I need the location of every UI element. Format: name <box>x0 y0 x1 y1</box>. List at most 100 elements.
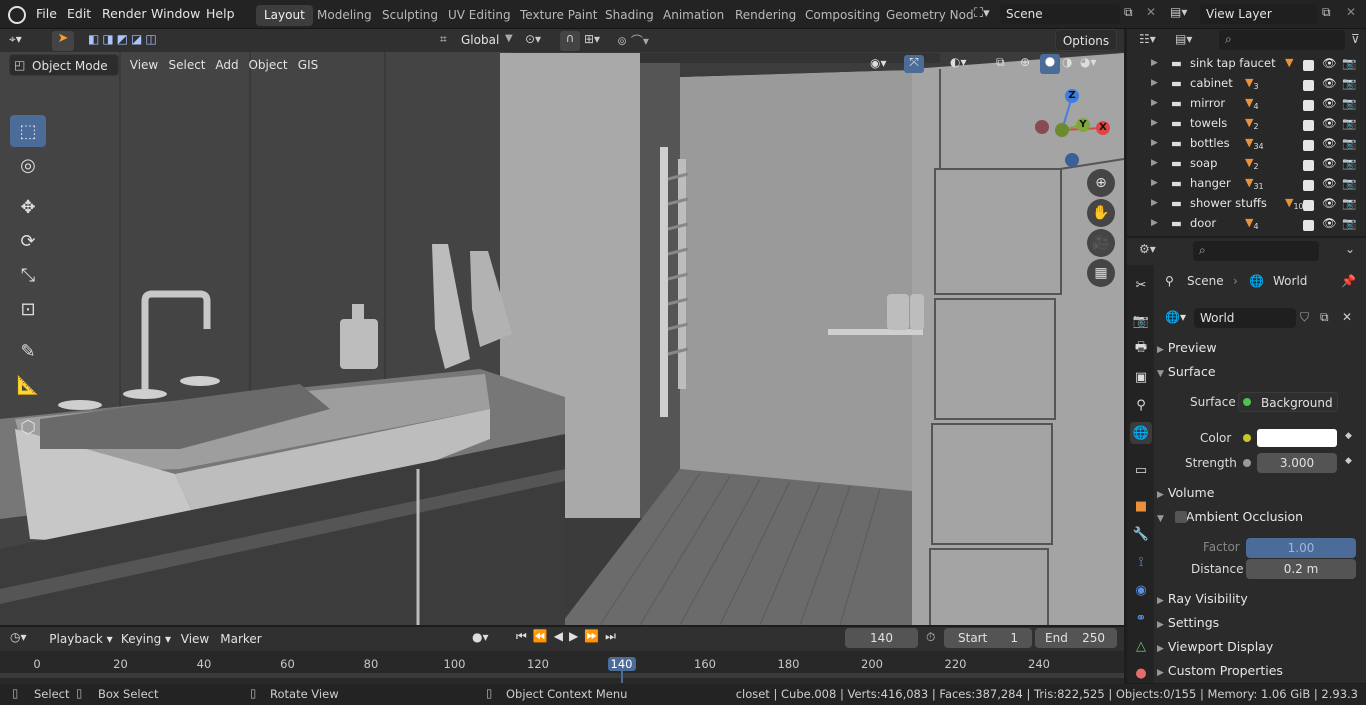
menu-window[interactable]: Window <box>151 6 200 21</box>
strength-animate-icon[interactable]: ◆ <box>1345 456 1352 466</box>
expand-arrow-icon[interactable]: ▶ <box>1151 153 1158 173</box>
end-frame-field[interactable]: End 250 <box>1035 628 1117 648</box>
menu-edit[interactable]: Edit <box>67 6 91 21</box>
outliner-display-icon[interactable]: ▤▾ <box>1175 32 1192 46</box>
world-name-field[interactable]: World <box>1194 308 1296 328</box>
close-scene-icon[interactable]: ✕ <box>1146 5 1156 19</box>
eye-icon[interactable]: 👁 <box>1322 113 1337 133</box>
outliner-row[interactable]: ▶ ▬ cabinet ▼3 👁 📷 <box>1127 73 1366 93</box>
expand-arrow-icon[interactable]: ▶ <box>1151 133 1158 153</box>
filter-icon[interactable]: ⊽ <box>1351 32 1360 46</box>
tool-tab-icon[interactable]: ✂ <box>1130 274 1152 296</box>
world-browse-icon[interactable]: 🌐▾ <box>1165 310 1186 324</box>
physics-tab-icon[interactable]: ◉ <box>1130 579 1152 601</box>
properties-search-input[interactable] <box>1193 241 1319 261</box>
eye-icon[interactable]: 👁 <box>1322 73 1337 93</box>
eye-icon[interactable]: 👁 <box>1322 93 1337 113</box>
camera-icon[interactable]: 📷 <box>1342 73 1356 93</box>
measure-tool-icon[interactable]: 📐 <box>10 369 46 401</box>
expand-arrow-icon[interactable]: ▶ <box>1151 173 1158 193</box>
blender-logo-icon[interactable] <box>8 6 26 24</box>
material-tab-icon[interactable]: ● <box>1130 662 1152 684</box>
camera-icon[interactable]: 📷 <box>1342 153 1356 173</box>
chevron-down-icon[interactable]: ▼ <box>505 33 513 44</box>
camera-icon[interactable]: 📷 <box>1342 133 1356 153</box>
rotate-tool-icon[interactable]: ⟳ <box>10 225 46 257</box>
expand-arrow-icon[interactable]: ▶ <box>1151 93 1158 113</box>
gizmo-z-icon[interactable]: Z <box>1065 89 1079 103</box>
fake-user-icon[interactable]: ⛉ <box>1300 310 1309 325</box>
start-frame-field[interactable]: Start 1 <box>944 628 1032 648</box>
particles-tab-icon[interactable]: ⟟ <box>1130 551 1152 573</box>
tab-layout[interactable]: Layout <box>256 5 313 26</box>
xray-icon[interactable]: ⧉ <box>996 55 1005 70</box>
tab-shading[interactable]: Shading <box>597 5 662 26</box>
select-mode-icon[interactable]: ➤ <box>52 31 74 51</box>
menu-file[interactable]: File <box>36 6 57 21</box>
new-scene-icon[interactable]: ⧉ <box>1124 5 1133 20</box>
menu-gis[interactable]: GIS <box>294 54 322 76</box>
world-tab-icon[interactable]: 🌐 <box>1130 422 1152 444</box>
unlink-world-icon[interactable]: ✕ <box>1342 310 1352 324</box>
view-layer-field[interactable]: View Layer <box>1200 4 1318 24</box>
scene-tab-icon[interactable]: ⚲ <box>1130 394 1152 416</box>
camera-icon[interactable]: 📷 <box>1342 53 1356 73</box>
orientation-field[interactable]: Global <box>461 33 499 47</box>
annotate-tool-icon[interactable]: ✎ <box>10 335 46 367</box>
view-layer-icon[interactable]: ▤▾ <box>1170 5 1187 19</box>
current-frame-field[interactable]: 140 <box>845 628 918 648</box>
shading-rendered-icon[interactable]: ◕▾ <box>1080 55 1097 69</box>
panel-custom-properties[interactable]: ▶ Custom Properties <box>1157 660 1361 682</box>
scale-tool-icon[interactable]: ⤡ <box>10 259 46 291</box>
menu-timeline-view[interactable]: View <box>180 628 210 650</box>
outliner-row[interactable]: ▶ ▬ shower stuffs ▼10 👁 📷 <box>1127 193 1366 213</box>
cursor-tool-icon[interactable]: ◎ <box>10 149 46 181</box>
menu-keying[interactable]: Keying ▾ <box>118 628 174 650</box>
tab-animation[interactable]: Animation <box>655 5 732 26</box>
outliner-row[interactable]: ▶ ▬ door ▼4 👁 📷 <box>1127 213 1366 233</box>
snap-target-icon[interactable]: ⊞▾ <box>584 32 600 46</box>
eye-icon[interactable]: 👁 <box>1322 133 1337 153</box>
new-view-layer-icon[interactable]: ⧉ <box>1322 5 1331 20</box>
expand-arrow-icon[interactable]: ▶ <box>1151 193 1158 213</box>
select-set-icon[interactable]: ◧◨◩◪◫ <box>88 32 160 46</box>
playhead-line[interactable] <box>620 670 623 683</box>
scene-selector-icon[interactable]: ⛶▾ <box>974 6 990 21</box>
exclude-checkbox[interactable] <box>1303 217 1314 237</box>
menu-playback[interactable]: Playback ▾ <box>48 628 114 650</box>
outliner-row[interactable]: ▶ ▬ soap ▼2 👁 📷 <box>1127 153 1366 173</box>
factor-slider[interactable]: 1.00 <box>1246 538 1356 558</box>
scene-field[interactable]: Scene <box>1000 4 1120 24</box>
3d-viewport[interactable]: ⬚ ◎ ✥ ⟳ ⤡ ⊡ ✎ 📐 ⬡ Z Y X ⊕ ✋ 🎥 ▦ <box>0 29 1124 625</box>
eye-icon[interactable]: 👁 <box>1322 53 1337 73</box>
gizmo-y-icon[interactable]: Y <box>1076 118 1090 132</box>
panel-ambient-occlusion[interactable]: ▼ Ambient Occlusion <box>1157 506 1361 528</box>
navigation-gizmo[interactable]: Z Y X <box>1030 89 1110 169</box>
menu-help[interactable]: Help <box>206 6 235 21</box>
expand-arrow-icon[interactable]: ▶ <box>1151 53 1158 73</box>
view-layer-tab-icon[interactable]: ▣ <box>1130 366 1152 388</box>
outliner-row[interactable]: ▶ ▬ mirror ▼4 👁 📷 <box>1127 93 1366 113</box>
collection-tab-icon[interactable]: ▭ <box>1130 459 1152 481</box>
camera-icon[interactable]: 📷 <box>1342 193 1356 213</box>
menu-marker[interactable]: Marker <box>218 628 264 650</box>
pivot-icon[interactable]: ⊙▾ <box>525 32 541 46</box>
pan-hand-icon[interactable]: ✋ <box>1087 199 1115 227</box>
shading-solid-icon[interactable]: ● <box>1040 54 1060 74</box>
menu-view[interactable]: View <box>126 54 162 76</box>
select-box-tool-icon[interactable]: ⬚ <box>10 115 46 147</box>
add-cube-tool-icon[interactable]: ⬡ <box>10 411 46 443</box>
outliner-row[interactable]: ▶ ▬ towels ▼2 👁 📷 <box>1127 113 1366 133</box>
panel-preview[interactable]: ▶ Preview <box>1157 337 1361 359</box>
camera-icon[interactable]: 📷 <box>1342 93 1356 113</box>
render-tab-icon[interactable]: 📷 <box>1130 310 1152 332</box>
outliner-row[interactable]: ▶ ▬ bottles ▼34 👁 📷 <box>1127 133 1366 153</box>
expand-arrow-icon[interactable]: ▶ <box>1151 113 1158 133</box>
expand-arrow-icon[interactable]: ▶ <box>1151 213 1158 233</box>
menu-add[interactable]: Add <box>212 54 242 76</box>
mode-selector[interactable]: Object Mode <box>9 54 119 76</box>
outliner-editor-icon[interactable]: ☷▾ <box>1139 32 1156 46</box>
zoom-icon[interactable]: ⊕ <box>1087 169 1115 197</box>
tab-rendering[interactable]: Rendering <box>727 5 804 26</box>
constraints-tab-icon[interactable]: ⚭ <box>1130 607 1152 629</box>
